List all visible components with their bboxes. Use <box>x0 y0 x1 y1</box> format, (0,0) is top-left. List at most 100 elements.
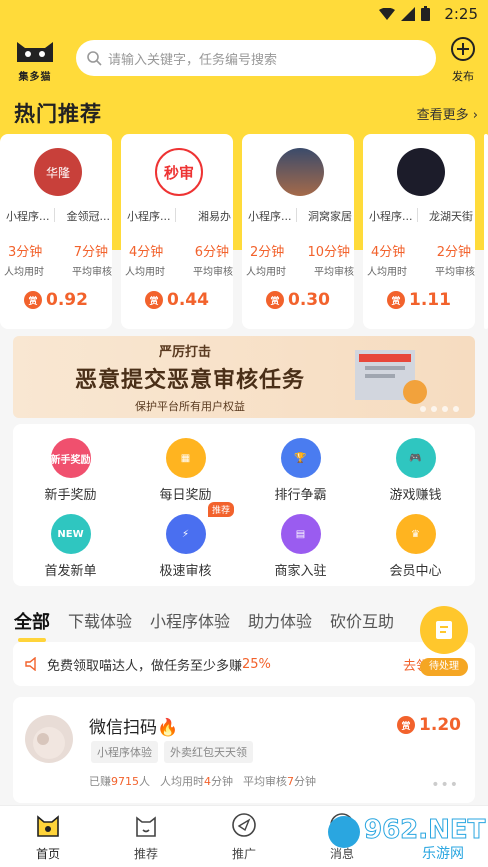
grid-label: 每日奖励 <box>159 488 212 503</box>
banner-main-text: 恶意提交恶意审核任务 <box>75 368 306 393</box>
stat-value: 9715 <box>111 775 139 788</box>
recommend-badge: 推荐 <box>208 502 235 517</box>
grid-label: 首发新单 <box>44 564 97 579</box>
grid-item-daily-reward[interactable]: ▦ 每日奖励 <box>128 438 243 503</box>
category-tabs: 全部 下载体验 小程序体验 助力体验 砍价互助 <box>14 608 474 642</box>
notice-highlight: 25% <box>242 656 271 672</box>
watermark-sub: 乐游网 <box>422 846 464 862</box>
nav-label: 推荐 <box>133 847 158 861</box>
task-avatar <box>25 715 73 763</box>
crown-icon: ♛ <box>395 514 436 554</box>
signal-icon <box>401 6 415 21</box>
avg-time-value: 3分钟 <box>8 245 43 260</box>
see-more-link[interactable]: 查看更多 › <box>417 104 478 123</box>
tab-mini-program[interactable]: 小程序体验 <box>150 608 230 636</box>
task-tags: 小程序体验 外卖红包天天领 <box>91 741 253 763</box>
task-stats: 已赚9715人 人均用时4分钟 平均审核7分钟 <box>89 773 316 789</box>
hot-title: 热门推荐 <box>14 102 102 126</box>
search-bar[interactable]: 请输入关键字，任务编号搜索 <box>76 40 436 76</box>
task-tag: 外卖红包天天领 <box>164 741 253 763</box>
grid-label: 商家入驻 <box>274 564 327 579</box>
divider <box>175 208 176 222</box>
avg-time-label: 人均用时 <box>246 267 286 278</box>
reward-icon: 赏 <box>24 291 42 309</box>
grid-item-fast-review[interactable]: 推荐 ⚡ 极速审核 <box>128 502 243 579</box>
hot-card[interactable]: 小程序... 龙湖天街 4分钟 2分钟 人均用时 平均审核 赏 1.11 <box>363 134 475 329</box>
avg-review-label: 平均审核 <box>193 267 233 278</box>
card-name: 洞窝家居 <box>308 210 352 223</box>
divider <box>54 208 55 222</box>
recommend-icon <box>136 816 156 837</box>
grid-item-first-order[interactable]: NEW 首发新单 <box>13 514 128 579</box>
reward-amount: 1.11 <box>409 290 451 310</box>
avg-time-label: 人均用时 <box>125 267 165 278</box>
publish-button[interactable]: 发布 <box>446 36 480 84</box>
grid-item-newbie-reward[interactable]: 新手奖励 新手奖励 <box>13 438 128 503</box>
chevron-right-icon: › <box>472 108 478 123</box>
publish-label: 发布 <box>452 70 474 83</box>
task-tag: 小程序体验 <box>91 741 158 763</box>
clipboard-icon <box>420 606 468 654</box>
nav-promote[interactable]: 推广 <box>214 812 274 862</box>
pending-fab[interactable]: 待处理 <box>418 606 470 676</box>
fire-icon: 🔥 <box>157 718 179 738</box>
grid-item-merchant[interactable]: ▤ 商家入驻 <box>243 514 358 579</box>
icon-text: 新手奖励 <box>50 454 91 466</box>
promo-banner[interactable]: 严厉打击 恶意提交恶意审核任务 保护平台所有用户权益 <box>13 336 475 418</box>
avatar: 华隆 <box>34 148 82 196</box>
add-circle-icon <box>451 37 475 61</box>
pending-label: 待处理 <box>420 658 468 676</box>
watermark-logo: 962.NET 乐游网 <box>326 806 488 862</box>
reward-amount: 1.20 <box>419 715 461 735</box>
notice-bar[interactable]: 免费领取喵达人，做任务至少多赚 25% 去领 <box>13 642 475 686</box>
avg-time-value: 2分钟 <box>250 245 285 260</box>
card-tag: 小程序... <box>369 210 413 223</box>
tab-assist[interactable]: 助力体验 <box>248 608 312 636</box>
app-logo[interactable]: 集多猫 <box>14 38 56 83</box>
grid-label: 新手奖励 <box>44 488 97 503</box>
stat-prefix: 人均用时 <box>160 775 204 788</box>
avg-time-value: 4分钟 <box>129 245 164 260</box>
avatar <box>397 148 445 196</box>
notice-text: 免费领取喵达人，做任务至少多赚 <box>47 658 243 674</box>
grid-label: 游戏赚钱 <box>389 488 442 503</box>
hot-card[interactable]: 小程序... 洞窝家居 2分钟 10分钟 人均用时 平均审核 赏 0.30 <box>242 134 354 329</box>
nav-home[interactable]: 首页 <box>18 812 78 862</box>
tab-all[interactable]: 全部 <box>14 608 50 642</box>
hot-cards: 华隆 小程序... 金领冠... 3分钟 7分钟 人均用时 平均审核 赏 0.92 秒审… <box>0 134 488 329</box>
tab-bargain[interactable]: 砍价互助 <box>330 608 394 636</box>
reward-amount: 0.44 <box>167 290 209 310</box>
search-placeholder: 请输入关键字，任务编号搜索 <box>108 52 278 68</box>
hot-card[interactable]: 华隆 小程序... 金领冠... 3分钟 7分钟 人均用时 平均审核 赏 0.92 <box>0 134 112 329</box>
feature-grid: 新手奖励 新手奖励 ▦ 每日奖励 🏆 排行争霸 🎮 游戏赚钱 NEW 首发新单 … <box>13 424 475 586</box>
more-icon[interactable]: ••• <box>431 777 459 793</box>
banner-pagination <box>420 406 459 412</box>
avatar <box>276 148 324 196</box>
reward-icon: 赏 <box>145 291 163 309</box>
stat-suffix: 分钟 <box>294 775 316 788</box>
nav-recommend[interactable]: 推荐 <box>116 812 176 862</box>
grid-item-vip[interactable]: ♛ 会员中心 <box>358 514 473 579</box>
grid-item-ranking[interactable]: 🏆 排行争霸 <box>243 438 358 503</box>
avatar-text: 秒审 <box>163 163 194 182</box>
banner-sub-text: 保护平台所有用户权益 <box>135 400 245 413</box>
send-icon <box>232 813 256 837</box>
task-card[interactable]: 微信扫码🔥 小程序体验 外卖红包天天领 已赚9715人 人均用时4分钟 平均审核… <box>13 697 475 803</box>
nav-label: 首页 <box>35 847 60 861</box>
avg-review-label: 平均审核 <box>314 267 354 278</box>
card-name: 金领冠... <box>66 210 111 223</box>
avg-review-label: 平均审核 <box>435 267 475 278</box>
card-tag: 小程序... <box>127 210 171 223</box>
banner-illustration <box>355 350 427 404</box>
avg-review-value: 10分钟 <box>307 245 350 260</box>
hot-card[interactable]: 秒审 小程序... 湘易办 4分钟 6分钟 人均用时 平均审核 赏 0.44 <box>121 134 233 329</box>
hot-card-peek[interactable] <box>484 134 488 329</box>
tab-download[interactable]: 下载体验 <box>68 608 132 636</box>
reward-icon: 赏 <box>387 291 405 309</box>
battery-icon <box>421 6 430 21</box>
grid-item-game[interactable]: 🎮 游戏赚钱 <box>358 438 473 503</box>
watermark-brand: 962.NET <box>364 815 486 845</box>
card-name: 湘易办 <box>198 210 231 223</box>
stat-prefix: 已赚 <box>89 775 111 788</box>
wifi-icon <box>379 7 395 20</box>
